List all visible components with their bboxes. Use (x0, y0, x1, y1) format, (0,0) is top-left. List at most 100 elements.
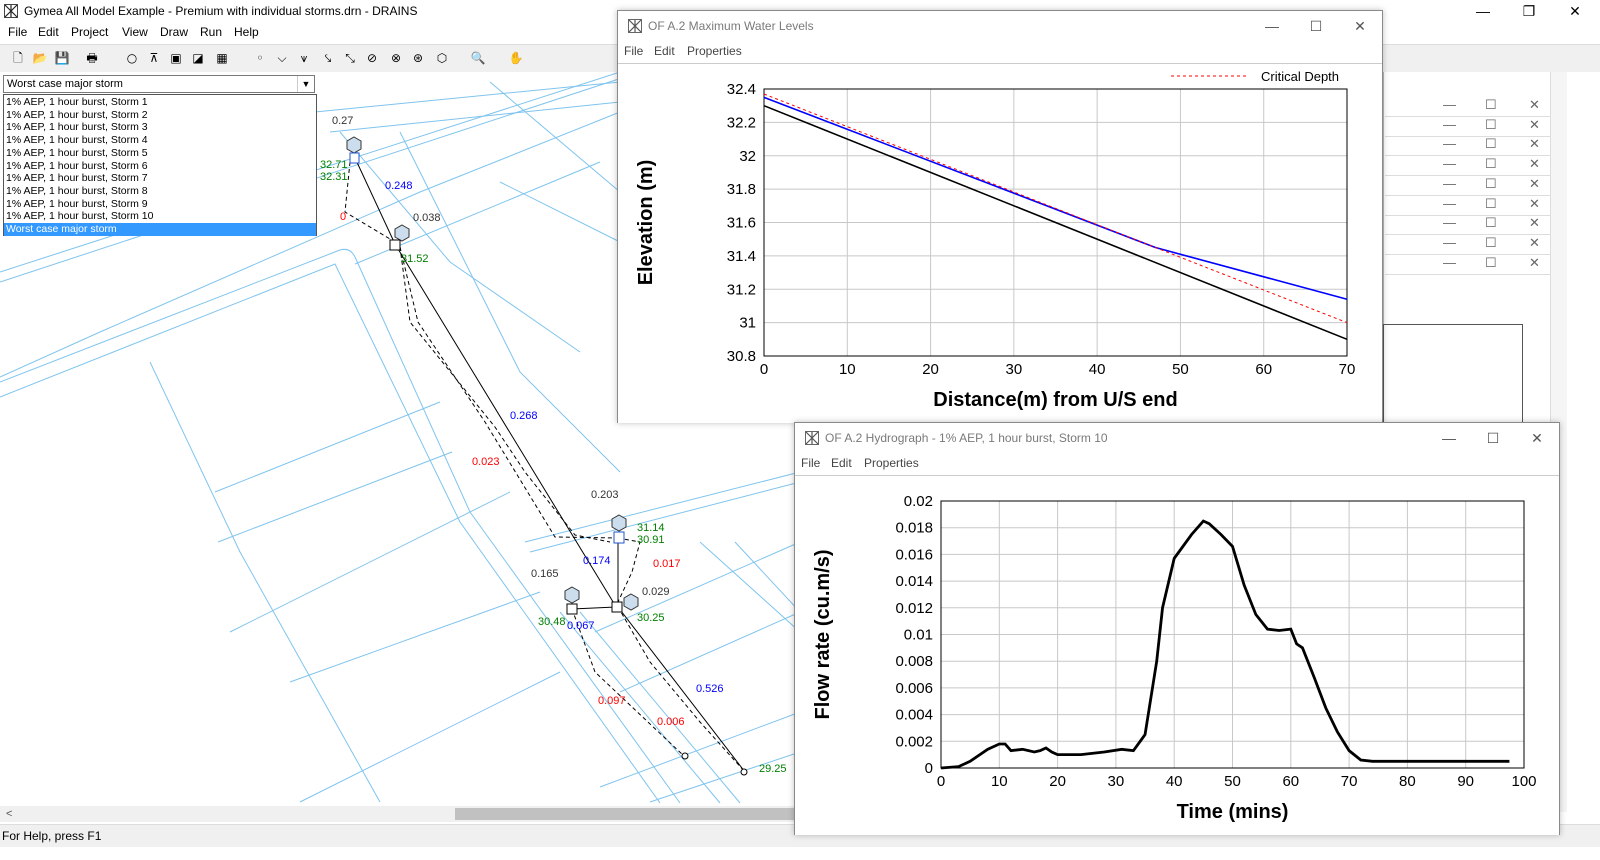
minimize-icon[interactable]: — (1443, 136, 1456, 151)
minimize-icon[interactable]: — (1443, 156, 1456, 171)
y-tick-label: 32 (739, 148, 756, 165)
scroll-left-icon[interactable]: < (6, 808, 12, 820)
x-tick-label: 40 (1089, 361, 1106, 378)
storm-option[interactable]: Worst case major storm (4, 223, 316, 236)
close-icon[interactable]: ✕ (1529, 196, 1540, 212)
close-icon[interactable]: ✕ (1529, 255, 1540, 271)
maximize-icon[interactable]: ☐ (1485, 156, 1497, 172)
y-tick-label: 0.012 (895, 600, 933, 617)
wl-menu-edit[interactable]: Edit (654, 44, 675, 58)
flow-label-blue: 0.248 (385, 180, 413, 192)
maximize-icon[interactable]: ☐ (1485, 117, 1497, 133)
print-icon[interactable]: 🖶 (82, 48, 102, 68)
storm-select-value: Worst case major storm (7, 78, 123, 90)
flow-label-black: 0.029 (642, 586, 670, 598)
maximize-icon[interactable]: ☐ (1485, 215, 1497, 231)
minimize-icon[interactable]: — (1443, 117, 1456, 132)
hydrograph-title-bar: OF A.2 Hydrograph - 1% AEP, 1 hour burst… (795, 423, 1559, 453)
maximize-icon[interactable]: ☐ (1485, 97, 1497, 113)
storm-option[interactable]: 1% AEP, 1 hour burst, Storm 1 (4, 96, 316, 109)
maximize-icon[interactable]: ❐ (1506, 0, 1552, 22)
minimize-icon[interactable]: — (1460, 0, 1506, 22)
x-tick-label: 10 (991, 773, 1008, 790)
wl-menu-file[interactable]: File (624, 44, 643, 58)
storm-option[interactable]: 1% AEP, 1 hour burst, Storm 8 (4, 185, 316, 198)
link-icon[interactable]: ⊘ (362, 48, 382, 68)
storm-option[interactable]: 1% AEP, 1 hour burst, Storm 4 (4, 134, 316, 147)
maximize-icon[interactable]: ☐ (1485, 176, 1497, 192)
minimize-icon[interactable]: — (1443, 97, 1456, 112)
maximize-icon[interactable]: ☐ (1473, 427, 1513, 449)
close-icon[interactable]: ✕ (1529, 235, 1540, 251)
hy-menu-file[interactable]: File (801, 456, 820, 470)
close-icon[interactable]: ✕ (1529, 136, 1540, 152)
menu-project[interactable]: Project (71, 25, 108, 39)
storm-option[interactable]: 1% AEP, 1 hour burst, Storm 5 (4, 147, 316, 160)
save-icon[interactable]: 💾 (52, 48, 72, 68)
overflow-line-icon[interactable]: ⤡ (340, 48, 360, 68)
minimize-icon[interactable]: — (1429, 427, 1469, 449)
close-icon[interactable]: ✕ (1340, 15, 1380, 37)
node-icon[interactable]: ○ (122, 48, 142, 68)
weir-icon[interactable]: ⊛ (408, 48, 428, 68)
new-file-icon[interactable]: 🗋 (8, 48, 28, 68)
maximize-icon[interactable]: ☐ (1485, 235, 1497, 251)
storm-option[interactable]: 1% AEP, 1 hour burst, Storm 9 (4, 198, 316, 211)
close-icon[interactable]: ✕ (1529, 117, 1540, 133)
hy-menu-edit[interactable]: Edit (831, 456, 852, 470)
flow-label-red: 0 (340, 211, 347, 223)
menu-view[interactable]: View (122, 25, 148, 39)
minimize-icon[interactable]: — (1443, 235, 1456, 250)
wl-menu-properties[interactable]: Properties (687, 44, 742, 58)
channel-icon[interactable]: ⌵ (272, 48, 292, 68)
close-icon[interactable]: ✕ (1529, 97, 1540, 113)
overflow-route-icon[interactable]: ◪ (188, 48, 208, 68)
pit-icon[interactable]: ⊼ (144, 48, 164, 68)
chevron-down-icon[interactable]: ▼ (297, 76, 314, 92)
horizontal-scroll-thumb[interactable] (455, 808, 795, 820)
hy-menu-properties[interactable]: Properties (864, 456, 919, 470)
detention-basin-icon[interactable]: ▣ (166, 48, 186, 68)
close-icon[interactable]: ✕ (1517, 427, 1557, 449)
storm-select[interactable]: Worst case major storm ▼ (3, 75, 315, 93)
minimize-icon[interactable]: — (1443, 215, 1456, 230)
zoom-icon[interactable]: 🔍 (468, 48, 488, 68)
sub-catchment-icon[interactable]: ⬡ (432, 48, 452, 68)
maximize-icon[interactable]: ☐ (1296, 15, 1336, 37)
menu-file[interactable]: File (8, 25, 27, 39)
close-icon[interactable]: ✕ (1552, 0, 1598, 22)
menu-draw[interactable]: Draw (160, 25, 188, 39)
close-icon[interactable]: ✕ (1529, 156, 1540, 172)
minimize-icon[interactable]: — (1443, 176, 1456, 191)
diversion-icon[interactable]: ⊗ (386, 48, 406, 68)
storm-option[interactable]: 1% AEP, 1 hour burst, Storm 7 (4, 172, 316, 185)
close-icon[interactable]: ✕ (1529, 176, 1540, 192)
storm-option[interactable]: 1% AEP, 1 hour burst, Storm 6 (4, 160, 316, 173)
open-folder-icon[interactable]: 📂 (30, 48, 50, 68)
y-tick-label: 0.002 (895, 733, 933, 750)
minimize-icon[interactable]: — (1252, 15, 1292, 37)
minimize-icon[interactable]: — (1443, 196, 1456, 211)
storm-option[interactable]: 1% AEP, 1 hour burst, Storm 3 (4, 121, 316, 134)
maximize-icon[interactable]: ☐ (1485, 255, 1497, 271)
pit-tool-icon[interactable]: ◦ (250, 48, 270, 68)
storm-option[interactable]: 1% AEP, 1 hour burst, Storm 2 (4, 109, 316, 122)
x-tick-label: 40 (1166, 773, 1183, 790)
y-tick-label: 30.8 (727, 348, 756, 365)
grid-icon[interactable]: ▦ (212, 48, 232, 68)
pan-hand-icon[interactable]: ✋ (506, 48, 526, 68)
menu-run[interactable]: Run (200, 25, 222, 39)
close-icon[interactable]: ✕ (1529, 215, 1540, 231)
menu-edit[interactable]: Edit (38, 25, 59, 39)
pipe-icon[interactable]: ⤥ (318, 48, 338, 68)
flow-label-blue: 0.268 (510, 410, 538, 422)
maximize-icon[interactable]: ☐ (1485, 136, 1497, 152)
storm-option[interactable]: 1% AEP, 1 hour burst, Storm 10 (4, 210, 316, 223)
junction-icon[interactable]: ⩛ (294, 48, 314, 68)
x-tick-label: 30 (1006, 361, 1023, 378)
minimize-icon[interactable]: — (1443, 255, 1456, 270)
maximize-icon[interactable]: ☐ (1485, 196, 1497, 212)
level-label-green: 31.52 (401, 253, 429, 265)
menu-help[interactable]: Help (234, 25, 259, 39)
flow-label-red: 0.006 (657, 716, 685, 728)
